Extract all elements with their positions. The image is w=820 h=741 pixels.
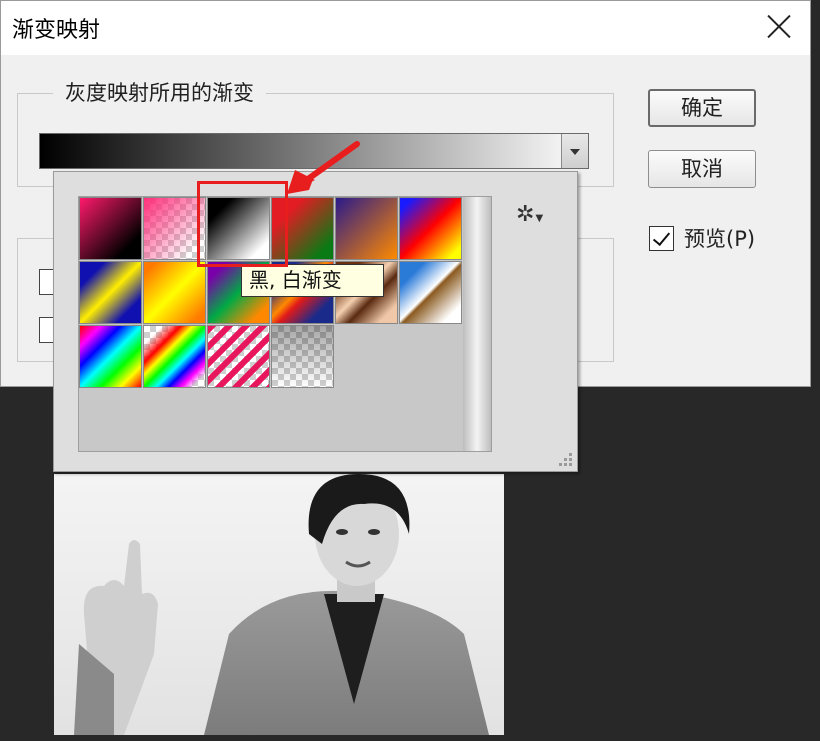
swatch-transparent-stripes[interactable] xyxy=(207,325,270,388)
preview-label: 预览(P) xyxy=(684,227,756,251)
portrait-image xyxy=(74,474,489,735)
resize-grip-icon[interactable] xyxy=(559,453,573,467)
dialog-title: 渐变映射 xyxy=(12,18,101,43)
highlight-box xyxy=(197,181,288,267)
swatch-violet-orange[interactable] xyxy=(335,197,398,260)
swatch-spectrum[interactable] xyxy=(79,325,142,388)
swatch-orange-yellow-orange[interactable] xyxy=(143,261,206,324)
swatch-magenta-black[interactable] xyxy=(79,197,142,260)
canvas-photo xyxy=(54,474,504,735)
swatch-scrollbar[interactable] xyxy=(463,197,491,451)
chevron-down-icon[interactable] xyxy=(561,134,588,168)
swatch-blue-yellow-blue[interactable] xyxy=(79,261,142,324)
swatch-blue-red-yellow[interactable] xyxy=(399,197,462,260)
swatch-tooltip: 黑, 白渐变 xyxy=(241,264,384,297)
gradient-group-label: 灰度映射所用的渐变 xyxy=(53,77,266,107)
red-arrow-icon xyxy=(287,141,360,194)
close-icon[interactable] xyxy=(766,13,792,39)
checkmark-icon[interactable] xyxy=(649,225,674,251)
title-bar: 渐变映射 xyxy=(1,1,810,55)
swatch-neutral-density[interactable] xyxy=(271,325,334,388)
ok-button[interactable]: 确定 xyxy=(648,89,756,127)
cancel-button[interactable]: 取消 xyxy=(648,150,756,188)
swatch-chrome[interactable] xyxy=(399,261,462,324)
preview-toggle[interactable]: 预览(P) xyxy=(649,223,755,253)
gear-icon[interactable]: ✲ ▼ xyxy=(516,202,543,227)
swatch-transparent-rainbow[interactable] xyxy=(143,325,206,388)
gradient-picker-popup: ✲ ▼ xyxy=(53,171,578,472)
